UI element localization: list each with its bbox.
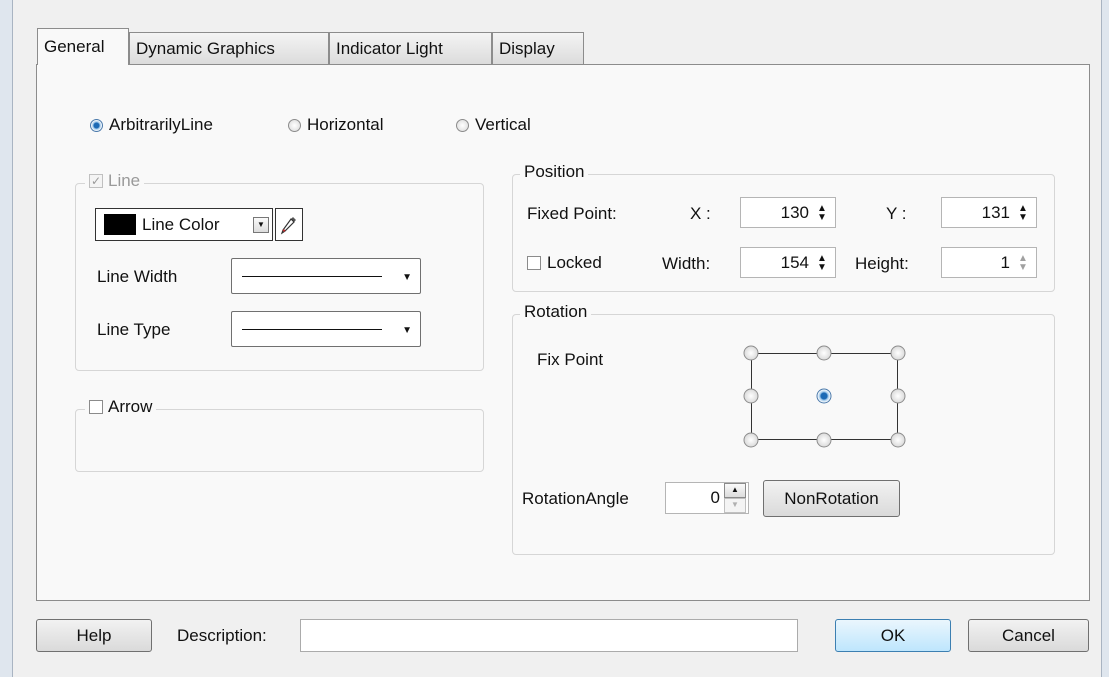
line-width-sample [242, 276, 382, 277]
window-left-edge [0, 0, 13, 677]
chevron-down-icon[interactable]: ▼ [253, 216, 269, 233]
arrow-checkbox[interactable] [89, 400, 103, 414]
line-checkbox[interactable]: ✓ [89, 174, 103, 188]
eyedropper-icon [280, 216, 296, 234]
radio-selected-icon [90, 118, 103, 132]
line-color-swatch [104, 214, 136, 235]
color-picker-button[interactable] [275, 208, 303, 241]
spin-arrows-icon[interactable]: ▲ ▼ [815, 203, 829, 222]
spin-buttons[interactable]: ▲ ▼ [724, 483, 746, 513]
line-type-combo[interactable]: ▼ [231, 311, 421, 347]
radio-vertical[interactable]: Vertical [456, 115, 531, 135]
arrow-group-legend[interactable]: Arrow [85, 397, 157, 417]
spin-up-icon[interactable]: ▲ [724, 483, 746, 498]
spin-down-icon[interactable]: ▼ [724, 498, 746, 513]
radio-horizontal[interactable]: Horizontal [288, 115, 384, 135]
tab-dynamic-graphics[interactable]: Dynamic Graphics [129, 32, 329, 64]
radio-unselected-icon [288, 118, 301, 132]
locked-label: Locked [547, 253, 602, 272]
anchor-bottom-right[interactable] [890, 432, 906, 448]
radio-label: Horizontal [307, 115, 384, 134]
window-right-edge [1101, 0, 1109, 677]
height-spinbox[interactable]: 1 ▲ ▼ [941, 247, 1037, 278]
radio-arbitrarily-line[interactable]: ArbitrarilyLine [90, 115, 213, 135]
anchor-center[interactable] [816, 388, 832, 404]
radio-label: Vertical [475, 115, 531, 134]
line-width-label: Line Width [97, 267, 178, 286]
x-value: 130 [780, 202, 809, 222]
width-value: 154 [780, 252, 809, 272]
y-value: 131 [981, 202, 1010, 222]
x-label: X : [690, 204, 711, 223]
anchor-top-right[interactable] [890, 345, 906, 361]
description-input[interactable] [300, 619, 798, 652]
x-spinbox[interactable]: 130 ▲ ▼ [740, 197, 836, 228]
spin-arrows-icon[interactable]: ▲ ▼ [1016, 253, 1030, 272]
width-spinbox[interactable]: 154 ▲ ▼ [740, 247, 836, 278]
line-color-combo[interactable]: Line Color ▼ [95, 208, 273, 241]
line-color-label: Line Color [142, 214, 220, 234]
line-type-label: Line Type [97, 320, 171, 339]
line-properties-dialog: General Dynamic Graphics Indicator Light… [13, 0, 1101, 677]
height-label: Height: [855, 254, 909, 273]
tab-general[interactable]: General [37, 28, 129, 65]
position-group-title: Position [520, 162, 589, 182]
rotation-angle-value: 0 [710, 488, 720, 507]
line-group-legend[interactable]: ✓ Line [85, 171, 145, 191]
tab-indicator-light[interactable]: Indicator Light [329, 32, 492, 64]
width-label: Width: [662, 254, 711, 273]
y-spinbox[interactable]: 131 ▲ ▼ [941, 197, 1037, 228]
line-type-sample [242, 329, 382, 330]
anchor-bottom-left[interactable] [743, 432, 759, 448]
ok-button[interactable]: OK [835, 619, 951, 652]
cancel-button[interactable]: Cancel [968, 619, 1089, 652]
anchor-top-left[interactable] [743, 345, 759, 361]
fixed-point-label: Fixed Point: [527, 204, 617, 223]
fix-point-selector [743, 345, 906, 448]
locked-checkbox-box[interactable] [527, 256, 541, 270]
nonrotation-button[interactable]: NonRotation [763, 480, 900, 517]
radio-label: ArbitrarilyLine [109, 115, 213, 134]
description-label: Description: [177, 626, 267, 645]
locked-checkbox[interactable]: Locked [527, 253, 602, 273]
fix-point-label: Fix Point [537, 350, 604, 369]
anchor-middle-left[interactable] [743, 388, 759, 404]
spin-arrows-icon[interactable]: ▲ ▼ [815, 253, 829, 272]
chevron-down-icon: ▼ [402, 272, 412, 283]
line-group-title: Line [108, 171, 141, 190]
y-label: Y : [886, 204, 907, 223]
help-button[interactable]: Help [36, 619, 152, 652]
anchor-bottom-center[interactable] [816, 432, 832, 448]
rotation-angle-spinbox[interactable]: 0 ▲ ▼ [665, 482, 749, 514]
rotation-angle-label: RotationAngle [522, 489, 629, 508]
anchor-middle-right[interactable] [890, 388, 906, 404]
arrow-group [75, 409, 484, 472]
rotation-group-title: Rotation [520, 302, 592, 322]
arrow-group-title: Arrow [108, 397, 153, 416]
line-width-combo[interactable]: ▼ [231, 258, 421, 294]
chevron-down-icon: ▼ [402, 325, 412, 336]
spin-arrows-icon[interactable]: ▲ ▼ [1016, 203, 1030, 222]
radio-unselected-icon [456, 118, 469, 132]
anchor-top-center[interactable] [816, 345, 832, 361]
height-value: 1 [1000, 252, 1010, 272]
tab-display[interactable]: Display [492, 32, 584, 64]
